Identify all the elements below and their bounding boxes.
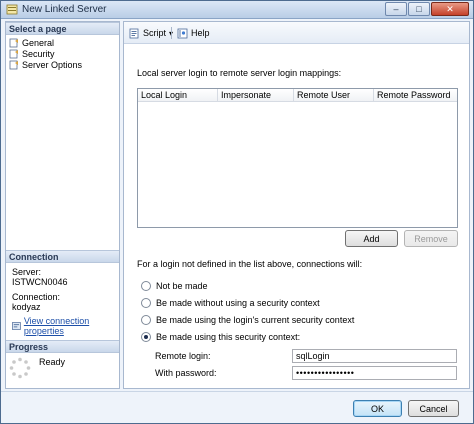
column-header[interactable]: Remote User [294,89,374,101]
radio-indicator[interactable] [141,315,151,325]
radio-label: Be made using this security context: [156,332,301,342]
server-value: ISTWCN0046 [12,277,68,287]
sidebar-item-security[interactable]: Security [9,48,55,59]
help-label: Help [191,28,210,38]
left-pane: Select a page General Security Server Op… [5,21,120,389]
sidebar-item-label: Server Options [22,59,83,70]
sidebar-item-label: General [22,37,55,48]
page-icon [9,49,18,58]
toolbar: Script ▾ Help [124,22,469,44]
dialog-window: New Linked Server – □ ✕ Select a page Ge… [0,0,474,424]
column-header[interactable]: Impersonate [218,89,294,101]
column-header[interactable]: Remote Password [374,89,457,101]
login-mappings-grid[interactable]: Local Login Impersonate Remote User Remo… [137,88,458,228]
progress-status: Ready [39,357,66,367]
progress-spinner-icon [9,357,31,379]
cancel-button[interactable]: Cancel [408,400,459,417]
radio-current-security-context[interactable]: Be made using the login's current securi… [141,315,354,325]
radio-this-security-context[interactable]: Be made using this security context: [141,332,300,342]
maximize-button[interactable]: □ [408,2,430,16]
remove-button[interactable]: Remove [404,230,458,247]
password-label: With password: [155,368,217,378]
add-button[interactable]: Add [345,230,398,247]
undefined-login-label: For a login not defined in the list abov… [137,259,363,269]
sidebar-item-label: Security [22,48,55,59]
help-button[interactable]: Help [177,26,210,40]
script-button[interactable]: Script ▾ [129,26,173,40]
grid-header: Local Login Impersonate Remote User Remo… [138,89,457,102]
radio-label: Be made using the login's current securi… [156,315,355,325]
password-input[interactable]: •••••••••••••••• [292,366,457,380]
connection-label: Connection: [12,292,61,302]
connection-header: Connection [6,250,119,263]
radio-indicator[interactable] [141,298,151,308]
title-bar[interactable]: New Linked Server – □ ✕ [1,1,473,19]
script-label: Script [143,28,167,38]
radio-without-security-context[interactable]: Be made without using a security context [141,298,320,308]
help-icon [177,28,188,38]
dialog-footer: OK Cancel [1,391,473,423]
remote-login-input[interactable] [292,349,457,363]
radio-not-be-made[interactable]: Not be made [141,281,208,291]
radio-indicator[interactable] [141,281,151,291]
remote-login-label: Remote login: [155,351,211,361]
toolbar-separator [171,27,172,39]
radio-label: Not be made [156,281,208,291]
radio-label: Be made without using a security context [156,298,320,308]
sidebar-item-general[interactable]: General [9,37,54,48]
page-icon [9,38,18,47]
server-label: Server: [12,267,42,277]
properties-icon [12,322,21,330]
mappings-label: Local server login to remote server logi… [137,68,342,78]
progress-header: Progress [6,340,119,353]
minimize-button[interactable]: – [385,2,407,16]
view-link-label: View connection properties [23,316,90,336]
ok-button[interactable]: OK [353,400,402,417]
view-connection-properties-link[interactable]: View connection properties [12,316,119,336]
page-icon [9,60,18,69]
column-header[interactable]: Local Login [138,89,218,101]
script-icon [129,28,139,38]
window-title: New Linked Server [22,4,107,15]
radio-indicator-selected[interactable] [141,332,151,342]
sidebar-item-server-options[interactable]: Server Options [9,59,82,70]
select-page-header: Select a page [6,22,119,35]
server-icon [6,4,18,15]
close-button[interactable]: ✕ [431,2,469,16]
connection-value: kodyaz [12,302,41,312]
main-pane: Script ▾ Help Local server login to remo… [123,21,470,389]
